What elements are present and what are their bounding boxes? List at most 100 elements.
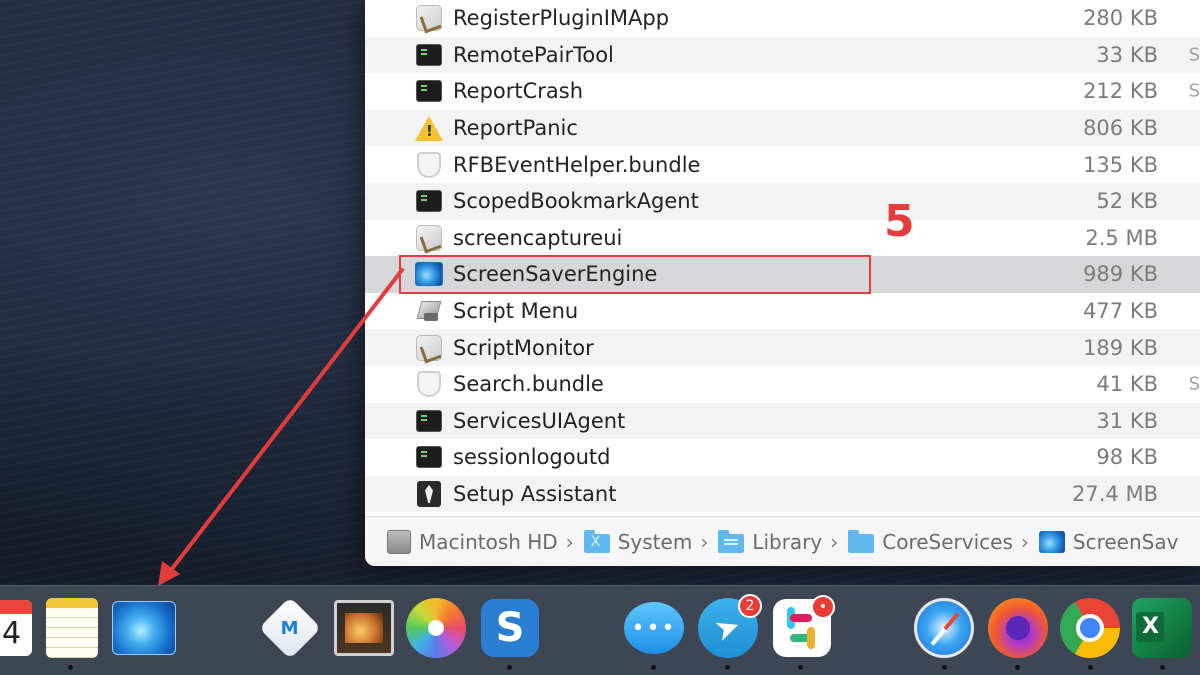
file-name: Setup Assistant — [453, 482, 617, 507]
path-item-label: ScreenSav — [1072, 529, 1179, 554]
truncated-column-text: S — [1188, 373, 1200, 395]
dock-telegram[interactable]: ➤ 2 — [696, 594, 762, 660]
calendar-day: 4 — [2, 616, 22, 651]
file-row-rfbeventhelper[interactable]: RFBEventHelper.bundle 135 KB — [365, 146, 1200, 183]
path-item-screensaverengine[interactable]: ScreenSav — [1038, 529, 1179, 554]
running-indicator — [651, 665, 656, 670]
screensaver-icon — [112, 601, 176, 655]
messages-icon: ••• — [624, 602, 684, 654]
file-name: ReportCrash — [453, 79, 584, 104]
path-item-label: Library — [752, 529, 823, 554]
file-name: ServicesUIAgent — [453, 408, 626, 433]
folder-icon — [583, 529, 610, 553]
highlight-box — [399, 255, 871, 294]
notification-badge: • — [811, 595, 835, 619]
terminal-icon — [415, 41, 443, 69]
file-size: 27.4 MB — [1072, 482, 1158, 507]
dock-screensaver[interactable] — [112, 596, 176, 660]
file-row-script-menu[interactable]: Script Menu 477 KB — [365, 293, 1200, 330]
telegram-icon: ➤ 2 — [698, 594, 762, 658]
file-size: 212 KB — [1083, 79, 1158, 104]
file-row-remotepairtool[interactable]: RemotePairTool 33 KB S — [365, 36, 1200, 74]
photos-icon — [406, 598, 466, 658]
path-separator: › — [1020, 529, 1029, 554]
dock-snagit[interactable]: S — [478, 596, 542, 660]
file-size: 135 KB — [1083, 152, 1158, 177]
path-item-macintosh-hd[interactable]: Macintosh HD — [387, 529, 558, 554]
safari-icon — [914, 598, 974, 658]
bundle-icon — [415, 370, 443, 398]
path-item-label: System — [617, 529, 693, 554]
dock-firefox[interactable] — [986, 596, 1050, 660]
dock-photos[interactable] — [404, 596, 468, 660]
dock-preview[interactable] — [332, 596, 396, 660]
running-indicator — [725, 665, 730, 670]
truncated-column-text: S — [1188, 44, 1200, 66]
file-size: 989 KB — [1083, 262, 1158, 287]
dock-safari[interactable] — [912, 596, 976, 660]
slack-icon: • — [773, 595, 835, 657]
file-row-servicesuiagent[interactable]: ServicesUIAgent 31 KB — [365, 402, 1200, 440]
file-name: ScriptMonitor — [453, 335, 594, 360]
folder-icon — [718, 529, 745, 553]
terminal-icon — [415, 77, 443, 105]
dock-slack[interactable]: • — [770, 595, 835, 660]
file-row-sessionlogoutd[interactable]: sessionlogoutd 98 KB — [365, 439, 1200, 476]
file-row-screencaptureui[interactable]: screencaptureui 2.5 MB — [365, 220, 1200, 257]
m-app-letter: M — [281, 617, 299, 639]
preview-icon — [334, 600, 394, 656]
file-name: sessionlogoutd — [453, 445, 611, 470]
m-app-icon: M — [258, 596, 322, 660]
dock-messages[interactable]: ••• — [622, 596, 686, 660]
messages-dots: ••• — [631, 615, 677, 641]
running-indicator — [942, 665, 947, 670]
path-separator: › — [565, 529, 574, 554]
setup-assistant-icon — [415, 480, 443, 508]
dock-notes[interactable] — [40, 596, 104, 660]
firefox-icon — [988, 598, 1048, 658]
file-size: 806 KB — [1083, 116, 1158, 141]
path-item-library[interactable]: Library — [718, 529, 823, 554]
file-size: 477 KB — [1083, 299, 1158, 324]
dock: 4 M S ••• ➤ 2 • X — [0, 585, 1200, 675]
running-indicator — [68, 665, 73, 670]
file-row-scriptmonitor[interactable]: ScriptMonitor 189 KB — [365, 329, 1200, 366]
terminal-icon — [415, 187, 443, 215]
notes-icon — [46, 598, 98, 658]
snagit-icon: S — [481, 599, 539, 657]
file-row-scopedbookmarkagent[interactable]: ScopedBookmarkAgent 52 KB — [365, 182, 1200, 220]
app-generic-icon — [415, 224, 443, 252]
file-name: Search.bundle — [453, 372, 604, 397]
file-row-setup-assistant[interactable]: Setup Assistant 27.4 MB — [365, 475, 1200, 513]
file-row-search-bundle[interactable]: Search.bundle 41 KB S — [365, 366, 1200, 403]
file-size: 189 KB — [1083, 335, 1158, 360]
notification-badge: 2 — [738, 594, 762, 618]
dock-m-app[interactable]: M — [258, 596, 322, 660]
file-row-reportcrash[interactable]: ReportCrash 212 KB S — [365, 73, 1200, 110]
dock-chrome[interactable] — [1058, 596, 1122, 660]
running-indicator — [1088, 665, 1093, 670]
path-item-coreservices[interactable]: CoreServices — [848, 529, 1013, 554]
file-size: 41 KB — [1096, 372, 1158, 397]
screensaver-icon — [1038, 530, 1065, 553]
running-indicator — [1160, 665, 1165, 670]
dock-calendar[interactable]: 4 — [0, 596, 44, 660]
folder-icon — [848, 529, 875, 553]
file-size: 33 KB — [1096, 42, 1158, 67]
file-name: RFBEventHelper.bundle — [453, 152, 701, 177]
path-item-system[interactable]: System — [583, 529, 693, 554]
step-number: 5 — [884, 196, 915, 247]
dock-excel[interactable]: X — [1130, 596, 1194, 660]
bundle-icon — [415, 151, 443, 179]
path-separator: › — [700, 529, 709, 554]
file-name: screencaptureui — [453, 225, 623, 250]
file-row-reportpanic[interactable]: ReportPanic 806 KB — [365, 109, 1200, 147]
excel-letter: X — [1142, 614, 1159, 639]
terminal-icon — [415, 407, 443, 435]
truncated-column-text: S — [1188, 80, 1200, 102]
hard-drive-icon — [387, 529, 411, 554]
file-size: 31 KB — [1096, 408, 1158, 433]
file-row-registerpluginimapp[interactable]: RegisterPluginIMApp 280 KB — [365, 0, 1200, 37]
file-name: ReportPanic — [453, 116, 578, 141]
chrome-icon — [1060, 598, 1120, 658]
